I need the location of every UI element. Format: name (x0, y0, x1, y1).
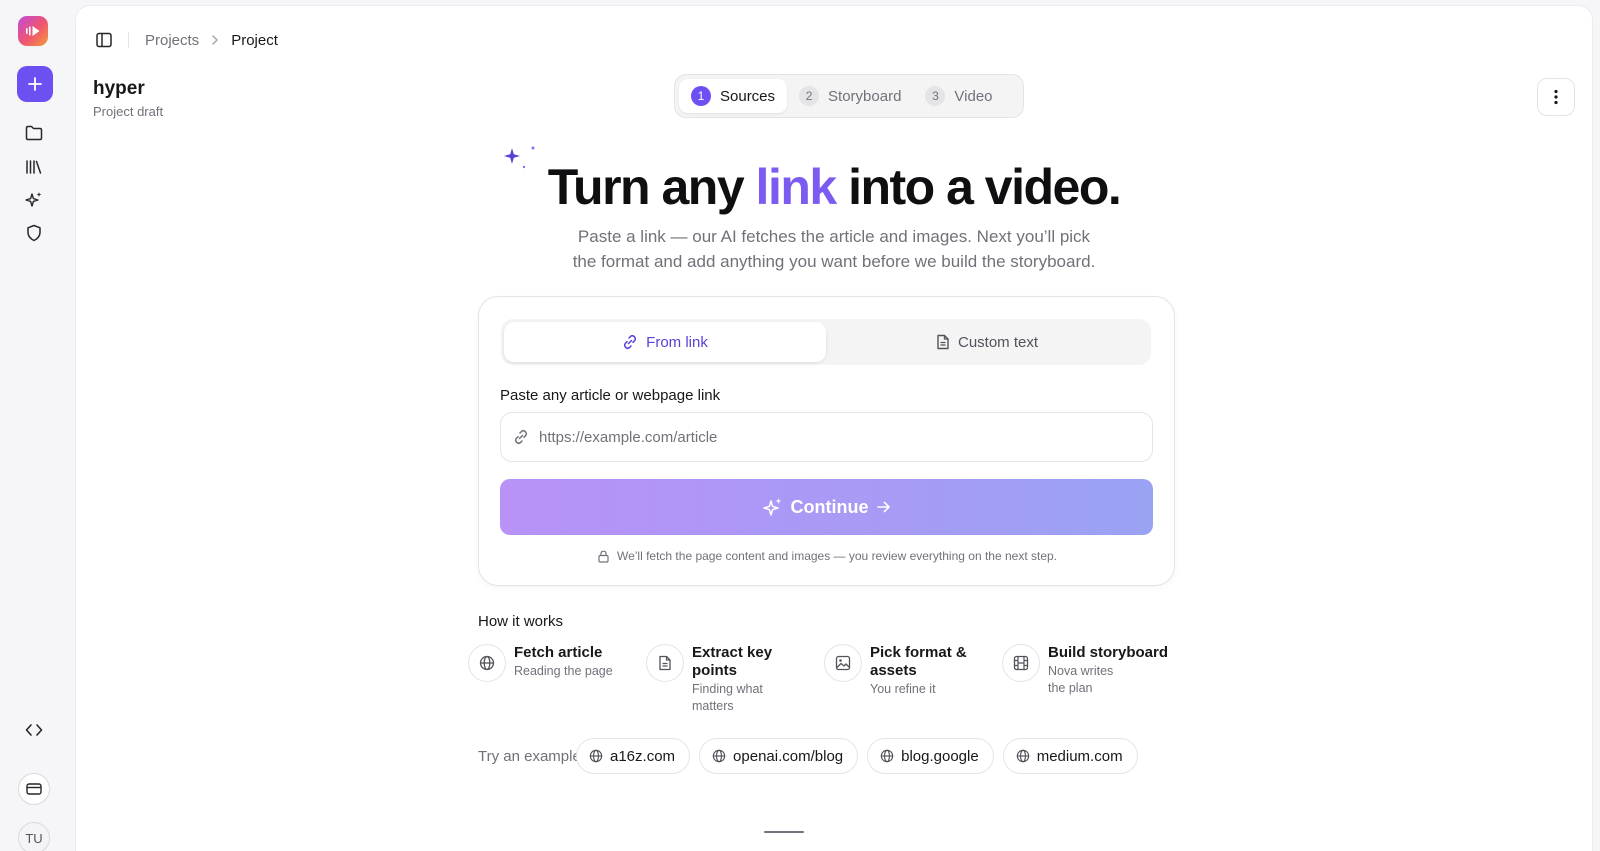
how-step-sub: You refine it (870, 682, 936, 696)
example-chip[interactable]: openai.com/blog (699, 738, 859, 774)
step-storyboard[interactable]: 2 Storyboard (787, 79, 913, 113)
how-it-works-title: How it works (478, 613, 564, 630)
sidebar-item-security[interactable] (16, 215, 52, 251)
step-number: 1 (691, 86, 711, 106)
scroll-indicator (764, 831, 804, 833)
continue-label: Continue (790, 496, 869, 517)
globe-icon (468, 644, 506, 682)
example-chip-label: a16z.com (610, 747, 676, 765)
link-field-label: Paste any article or webpage link (500, 387, 721, 404)
step-sources[interactable]: 1 Sources (679, 79, 788, 113)
progress-stepper: 1 Sources 2 Storyboard 3 Video (674, 74, 1024, 118)
url-input[interactable] (539, 428, 1119, 446)
app-logo[interactable] (18, 16, 48, 46)
example-chip-label: medium.com (1036, 747, 1123, 765)
sidebar-item-library[interactable] (16, 149, 52, 185)
how-step-sub: Finding what matters (692, 682, 763, 713)
folder-icon (25, 125, 43, 141)
user-avatar[interactable]: TU (18, 822, 50, 851)
how-step-title: Build storyboard (1048, 644, 1169, 661)
arrow-right-icon (876, 501, 890, 513)
globe-icon (1016, 749, 1029, 763)
example-chip[interactable]: blog.google (867, 738, 994, 774)
document-icon (937, 334, 949, 350)
topbar-divider (128, 32, 129, 48)
tab-custom-text[interactable]: Custom text (826, 322, 1148, 362)
breadcrumb-project: Project (231, 31, 278, 49)
example-chip[interactable]: medium.com (1002, 738, 1138, 774)
how-step-title: Fetch article (514, 644, 603, 661)
more-vertical-icon (1554, 89, 1558, 105)
sidebar-item-projects[interactable] (16, 115, 52, 151)
document-icon (646, 644, 684, 682)
globe-icon (589, 749, 603, 763)
link-icon (514, 429, 528, 445)
code-icon (25, 724, 43, 736)
step-number: 2 (799, 86, 820, 106)
source-card: From link Custom text Paste any article … (478, 296, 1175, 586)
breadcrumb-projects[interactable]: Projects (145, 32, 199, 49)
continue-button[interactable]: Continue (500, 479, 1153, 535)
sidebar-item-ai[interactable] (16, 182, 52, 218)
credit-card-icon (26, 783, 42, 795)
more-options-button[interactable] (1537, 78, 1575, 116)
sidebar-item-developer[interactable] (16, 712, 52, 748)
tab-from-link[interactable]: From link (504, 322, 826, 362)
tab-custom-text-label: Custom text (957, 333, 1039, 351)
hero-subtitle: Paste a link — our AI fetches the articl… (534, 224, 1134, 274)
how-step-extract: Extract key points Finding what matters (646, 644, 796, 715)
sidebar-toggle-icon (96, 32, 112, 48)
source-tabs: From link Custom text (501, 319, 1151, 365)
hero-title-after: into a video. (835, 159, 1122, 215)
how-step-fetch: Fetch article Reading the page (468, 644, 638, 682)
link-icon (624, 334, 637, 350)
main-panel: Projects Project hyper Project draft 1 S… (76, 6, 1592, 851)
step-label: Video (954, 87, 993, 105)
globe-icon (712, 749, 726, 763)
sparkles-icon (762, 498, 781, 516)
tab-from-link-label: From link (646, 333, 708, 351)
how-step-build: Build storyboard Nova writes the plan (1002, 644, 1177, 697)
step-number: 3 (925, 86, 946, 106)
example-chip-label: openai.com/blog (733, 747, 844, 765)
film-icon (1002, 644, 1040, 682)
breadcrumb: Projects Project (145, 32, 278, 49)
how-step-pick: Pick format & assets You refine it (824, 644, 984, 698)
play-logo-icon (26, 26, 40, 36)
shield-icon (27, 224, 41, 242)
chevron-right-icon (211, 35, 219, 45)
topbar: Projects Project (96, 28, 278, 52)
project-subtitle: Project draft (93, 104, 164, 119)
example-chip-label: blog.google (901, 747, 979, 765)
hero-title-accent: link (755, 159, 838, 215)
hero-title-before: Turn any (547, 159, 756, 215)
examples-label: Try an example (478, 748, 581, 765)
billing-button[interactable] (18, 773, 50, 805)
how-step-title: Extract key points (692, 644, 773, 679)
hero-title: Turn any link into a video. (76, 158, 1592, 216)
globe-icon (880, 749, 894, 763)
plus-icon (28, 77, 42, 91)
image-icon (824, 644, 862, 682)
step-label: Sources (720, 87, 776, 105)
how-step-title: Pick format & assets (870, 644, 967, 679)
step-video[interactable]: 3 Video (913, 79, 1004, 113)
library-icon (26, 160, 42, 174)
project-title: hyper (93, 78, 145, 99)
lock-icon (598, 550, 609, 563)
url-input-wrapper (500, 412, 1153, 462)
step-label: Storyboard (828, 87, 902, 105)
new-project-button[interactable] (17, 66, 53, 102)
example-chips: a16z.com openai.com/blog blog.google med… (576, 738, 1138, 774)
sidebar: TU (0, 0, 72, 851)
fetch-note: We’ll fetch the page content and images … (479, 549, 1176, 563)
example-chip[interactable]: a16z.com (576, 738, 691, 774)
sparkles-icon (25, 192, 42, 207)
how-step-sub: Nova writes the plan (1048, 664, 1114, 695)
hero-subtitle-line: Paste a link — our AI fetches the articl… (577, 227, 1091, 246)
toggle-sidebar-button[interactable] (96, 32, 112, 48)
how-step-sub: Reading the page (514, 664, 613, 678)
fetch-note-text: We’ll fetch the page content and images … (616, 549, 1058, 563)
hero-subtitle-line: the format and add anything you want bef… (572, 252, 1096, 271)
